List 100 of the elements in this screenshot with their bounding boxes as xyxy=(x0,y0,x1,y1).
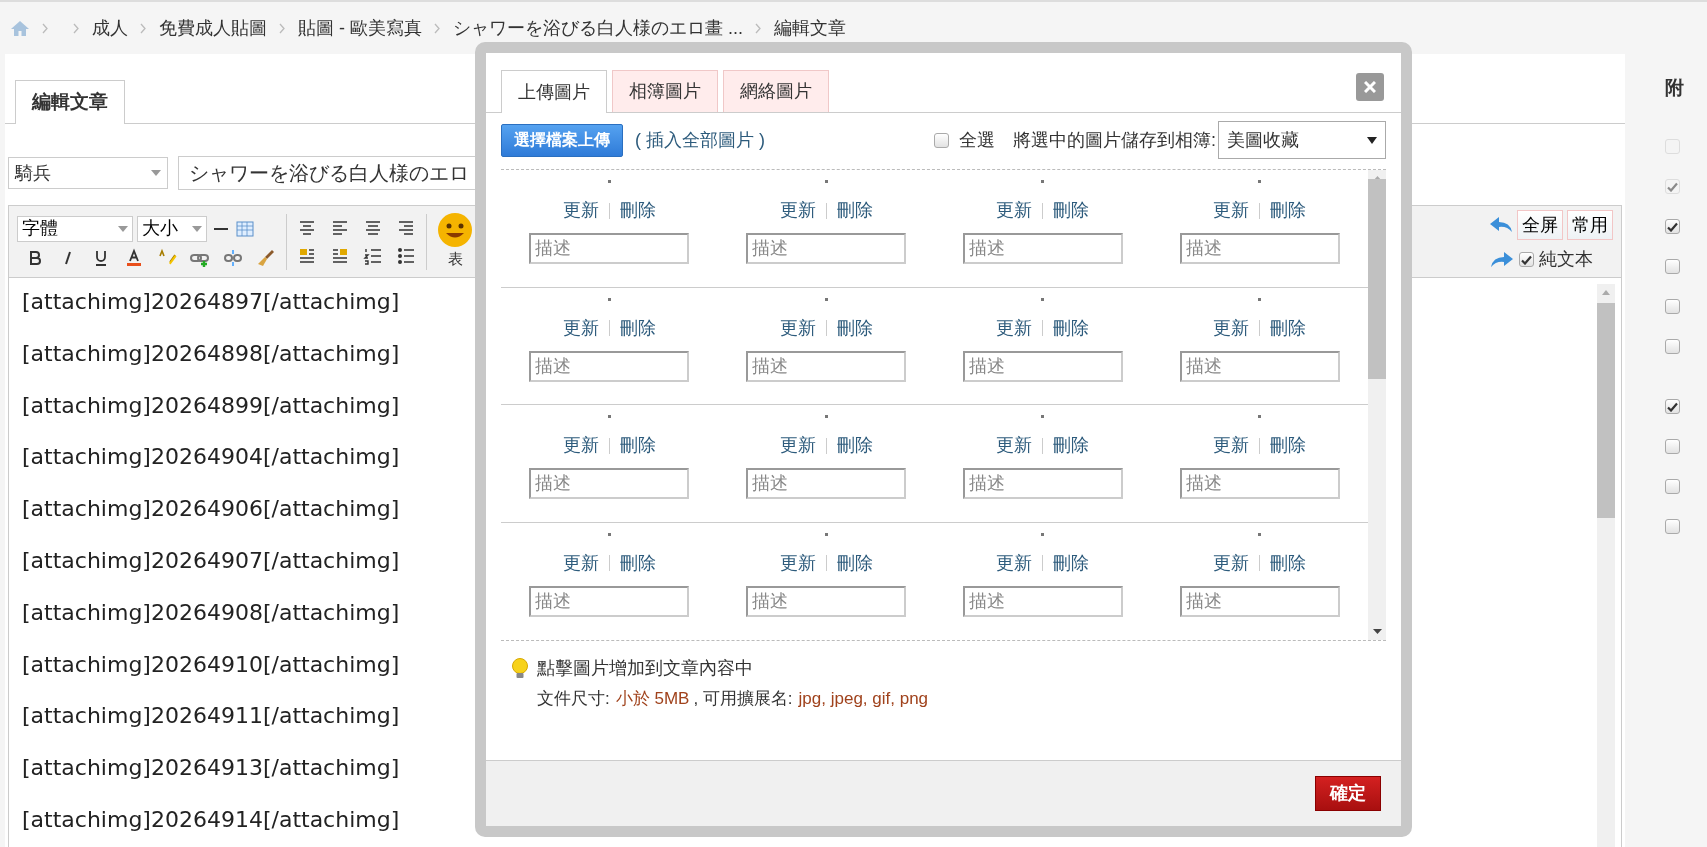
description-field[interactable]: 描述 xyxy=(529,468,690,499)
description-field[interactable]: 描述 xyxy=(962,350,1123,382)
scrollbar[interactable] xyxy=(1597,284,1615,847)
option-checkbox[interactable] xyxy=(1665,259,1680,274)
description-field[interactable]: 描述 xyxy=(1179,350,1340,382)
content-line: [attachimg]20264914[/attachimg] xyxy=(22,805,400,834)
breadcrumb-link[interactable]: シャワーを浴びる白人様のエロ畫 ... xyxy=(453,14,743,42)
common-button[interactable]: 常用 xyxy=(1567,210,1613,240)
description-field[interactable]: 描述 xyxy=(962,468,1123,499)
delete-link[interactable]: 刪除 xyxy=(1270,432,1307,459)
update-link[interactable]: 更新 xyxy=(1213,549,1250,577)
description-field[interactable]: 描述 xyxy=(1179,233,1340,264)
description-field[interactable]: 描述 xyxy=(746,585,907,617)
delete-link[interactable]: 刪除 xyxy=(1053,314,1090,342)
dialog-tab[interactable]: 網絡圖片 xyxy=(723,70,829,112)
option-checkbox[interactable] xyxy=(1665,439,1680,454)
description-field[interactable]: 描述 xyxy=(529,350,690,382)
description-field[interactable]: 描述 xyxy=(1179,585,1340,617)
description-field[interactable]: 描述 xyxy=(746,350,907,382)
caret-icon xyxy=(1367,136,1377,144)
breadcrumb-link[interactable]: 免費成人貼圖 xyxy=(159,14,267,42)
emoticon-label: 表 xyxy=(447,249,463,270)
scroll-down-icon[interactable] xyxy=(1372,629,1382,634)
chevron-icon xyxy=(434,22,441,34)
size-select[interactable]: 大小 xyxy=(137,215,207,242)
dialog-tab[interactable]: 相簿圖片 xyxy=(612,70,718,112)
chevron-icon xyxy=(42,22,49,34)
caret-icon xyxy=(192,225,202,232)
unlink-icon[interactable] xyxy=(223,247,243,268)
delete-link[interactable]: 刪除 xyxy=(1270,197,1307,224)
delete-link[interactable]: 刪除 xyxy=(1270,549,1307,577)
save-to-album-label: 將選中的圖片儲存到相簿: xyxy=(1013,128,1216,152)
content-line: [attachimg]20264907[/attachimg] xyxy=(22,547,400,575)
update-link[interactable]: 更新 xyxy=(1213,314,1250,342)
content-line: [attachimg]20264899[/attachimg] xyxy=(22,391,400,420)
delete-link[interactable]: 刪除 xyxy=(1053,549,1090,577)
content-line: [attachimg]20264908[/attachimg] xyxy=(22,598,400,627)
dialog-tab[interactable]: 上傳圖片 xyxy=(501,70,607,113)
option-checkbox[interactable] xyxy=(1665,299,1680,314)
category-select[interactable]: 騎兵 xyxy=(8,157,168,189)
update-link[interactable]: 更新 xyxy=(996,432,1033,459)
delete-link[interactable]: 刪除 xyxy=(619,197,656,224)
size-label: 文件尺寸: xyxy=(537,688,610,710)
confirm-button[interactable]: 確定 xyxy=(1315,776,1381,811)
update-link[interactable]: 更新 xyxy=(562,314,599,342)
description-field[interactable]: 描述 xyxy=(746,233,907,264)
description-field[interactable]: 描述 xyxy=(746,468,907,499)
delete-link[interactable]: 刪除 xyxy=(619,549,656,577)
delete-link[interactable]: 刪除 xyxy=(619,314,656,342)
description-field[interactable]: 描述 xyxy=(962,585,1123,617)
description-field[interactable]: 描述 xyxy=(529,585,690,617)
update-link[interactable]: 更新 xyxy=(562,549,599,577)
redo-icon[interactable] xyxy=(1490,250,1514,269)
fullscreen-button[interactable]: 全屏 xyxy=(1517,210,1563,240)
update-link[interactable]: 更新 xyxy=(779,197,816,224)
update-link[interactable]: 更新 xyxy=(1213,197,1250,224)
chevron-icon xyxy=(279,22,286,34)
font-select[interactable]: 字體 xyxy=(17,215,133,242)
description-field[interactable]: 描述 xyxy=(529,233,690,264)
breadcrumb-current: 編輯文章 xyxy=(774,16,846,40)
update-link[interactable]: 更新 xyxy=(996,197,1033,224)
delete-link[interactable]: 刪除 xyxy=(836,432,873,459)
update-link[interactable]: 更新 xyxy=(562,432,599,459)
description-field[interactable]: 描述 xyxy=(962,233,1123,264)
bullet-list-icon[interactable] xyxy=(396,245,416,266)
option-checkbox[interactable] xyxy=(1665,399,1680,414)
delete-link[interactable]: 刪除 xyxy=(836,549,873,577)
smiley-icon[interactable] xyxy=(437,212,473,249)
update-link[interactable]: 更新 xyxy=(996,314,1033,342)
dialog-scrollbar[interactable] xyxy=(1368,170,1386,640)
plain-text-checkbox[interactable] xyxy=(1519,252,1534,267)
album-select[interactable]: 美圖收藏 xyxy=(1218,121,1386,159)
caret-icon xyxy=(118,225,128,232)
description-field[interactable]: 描述 xyxy=(1179,468,1340,499)
update-link[interactable]: 更新 xyxy=(562,197,599,224)
editor-tab[interactable]: 編輯文章 xyxy=(15,80,125,124)
update-link[interactable]: 更新 xyxy=(779,432,816,459)
close-button[interactable] xyxy=(1356,73,1384,101)
delete-link[interactable]: 刪除 xyxy=(1053,197,1090,224)
chevron-icon xyxy=(755,22,762,34)
option-checkbox[interactable] xyxy=(1665,219,1680,234)
undo-icon[interactable] xyxy=(1489,216,1513,234)
delete-link[interactable]: 刪除 xyxy=(836,314,873,342)
update-link[interactable]: 更新 xyxy=(1213,432,1250,459)
delete-link[interactable]: 刪除 xyxy=(1270,314,1307,342)
option-checkbox[interactable] xyxy=(1665,519,1680,534)
brush-icon[interactable] xyxy=(256,247,276,268)
update-link[interactable]: 更新 xyxy=(779,549,816,577)
insert-all-link[interactable]: ( 插入全部圖片 ) xyxy=(635,126,765,154)
delete-link[interactable]: 刪除 xyxy=(619,432,656,459)
option-checkbox[interactable] xyxy=(1665,479,1680,494)
delete-link[interactable]: 刪除 xyxy=(836,197,873,224)
update-link[interactable]: 更新 xyxy=(996,549,1033,577)
breadcrumb-link[interactable]: 貼圖 - 歐美寫真 xyxy=(298,14,422,42)
option-checkbox[interactable] xyxy=(1665,339,1680,354)
text-color-icon[interactable] xyxy=(124,247,144,268)
select-all-checkbox[interactable] xyxy=(934,132,949,148)
breadcrumb-link[interactable]: 成人 xyxy=(92,14,128,42)
update-link[interactable]: 更新 xyxy=(779,314,816,342)
delete-link[interactable]: 刪除 xyxy=(1053,432,1090,459)
